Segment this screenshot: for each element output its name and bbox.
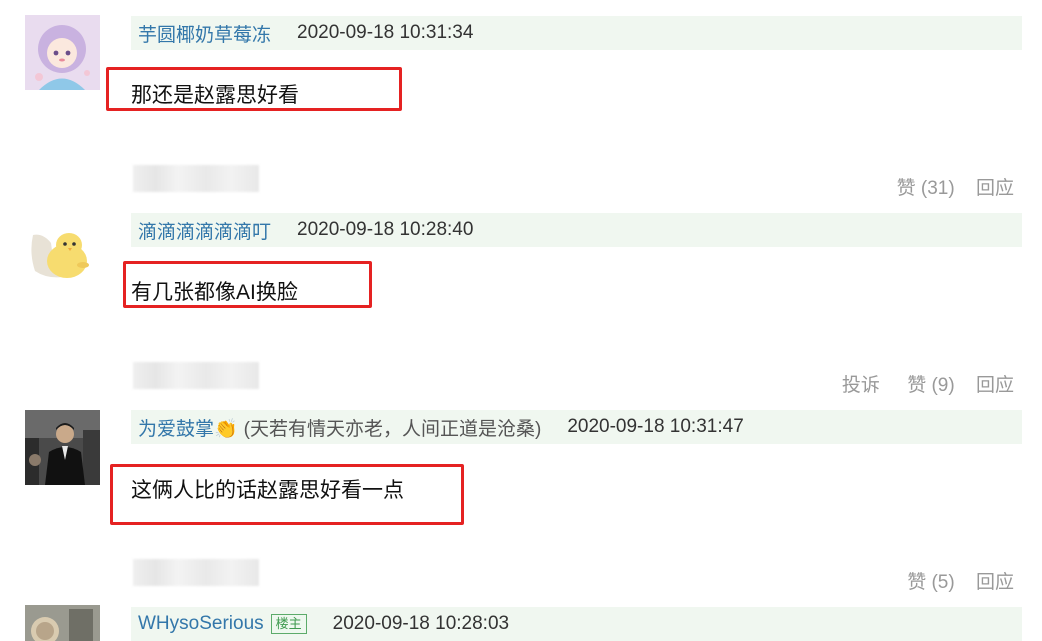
reply-button[interactable]: 回应 bbox=[976, 572, 1014, 593]
comment-header: 芋圆椰奶草莓冻 2020-09-18 10:31:34 bbox=[131, 16, 1022, 50]
comment-timestamp: 2020-09-18 10:31:47 bbox=[567, 416, 744, 437]
comment-timestamp: 2020-09-18 10:31:34 bbox=[297, 22, 474, 43]
author-link[interactable]: 芋圆椰奶草莓冻 bbox=[138, 20, 271, 47]
comment-content: 那还是赵露思好看 bbox=[131, 84, 299, 107]
blurred-text bbox=[133, 559, 259, 586]
blurred-text bbox=[133, 165, 259, 192]
reply-button[interactable]: 回应 bbox=[976, 178, 1014, 199]
comment-header: 滴滴滴滴滴滴叮 2020-09-18 10:28:40 bbox=[131, 213, 1022, 247]
anime-girl-avatar-icon bbox=[25, 15, 100, 90]
comment-actions: 赞 (5) 回应 bbox=[907, 567, 1014, 594]
photo-avatar-icon bbox=[25, 605, 100, 641]
blurred-text bbox=[133, 362, 259, 389]
yellow-chick-avatar-icon bbox=[25, 213, 100, 288]
avatar[interactable] bbox=[25, 213, 100, 288]
comment-content: 有几张都像AI换脸 bbox=[131, 281, 298, 304]
comment-actions: 赞 (31) 回应 bbox=[897, 173, 1014, 200]
like-button[interactable]: 赞 (31) bbox=[897, 178, 955, 199]
avatar[interactable] bbox=[25, 15, 100, 90]
report-button[interactable]: 投诉 bbox=[842, 375, 880, 396]
comment-content: 这俩人比的话赵露思好看一点 bbox=[131, 479, 404, 502]
comment-timestamp: 2020-09-18 10:28:03 bbox=[332, 613, 510, 634]
comment-thread: 芋圆椰奶草莓冻 2020-09-18 10:31:34 那还是赵露思好看 赞 (… bbox=[0, 0, 1042, 641]
comment-header: 为爱鼓掌👏 (天若有情天亦老，人间正道是沧桑) 2020-09-18 10:31… bbox=[131, 410, 1022, 444]
owner-badge: 楼主 bbox=[270, 614, 307, 634]
author-link[interactable]: 为爱鼓掌👏 bbox=[138, 414, 238, 441]
avatar[interactable] bbox=[25, 605, 100, 641]
author-link[interactable]: 滴滴滴滴滴滴叮 bbox=[138, 217, 271, 244]
man-in-suit-avatar-icon bbox=[25, 410, 100, 485]
comment-timestamp: 2020-09-18 10:28:40 bbox=[297, 219, 474, 240]
reply-button[interactable]: 回应 bbox=[976, 375, 1014, 396]
like-button[interactable]: 赞 (9) bbox=[907, 375, 955, 396]
avatar[interactable] bbox=[25, 410, 100, 485]
like-button[interactable]: 赞 (5) bbox=[907, 572, 955, 593]
user-signature: (天若有情天亦老，人间正道是沧桑) bbox=[243, 418, 542, 440]
comment-header: WHysoSerious 楼主 2020-09-18 10:28:03 bbox=[131, 607, 1022, 641]
comment-actions: 投诉 赞 (9) 回应 bbox=[842, 370, 1014, 397]
author-link[interactable]: WHysoSerious bbox=[138, 613, 264, 635]
